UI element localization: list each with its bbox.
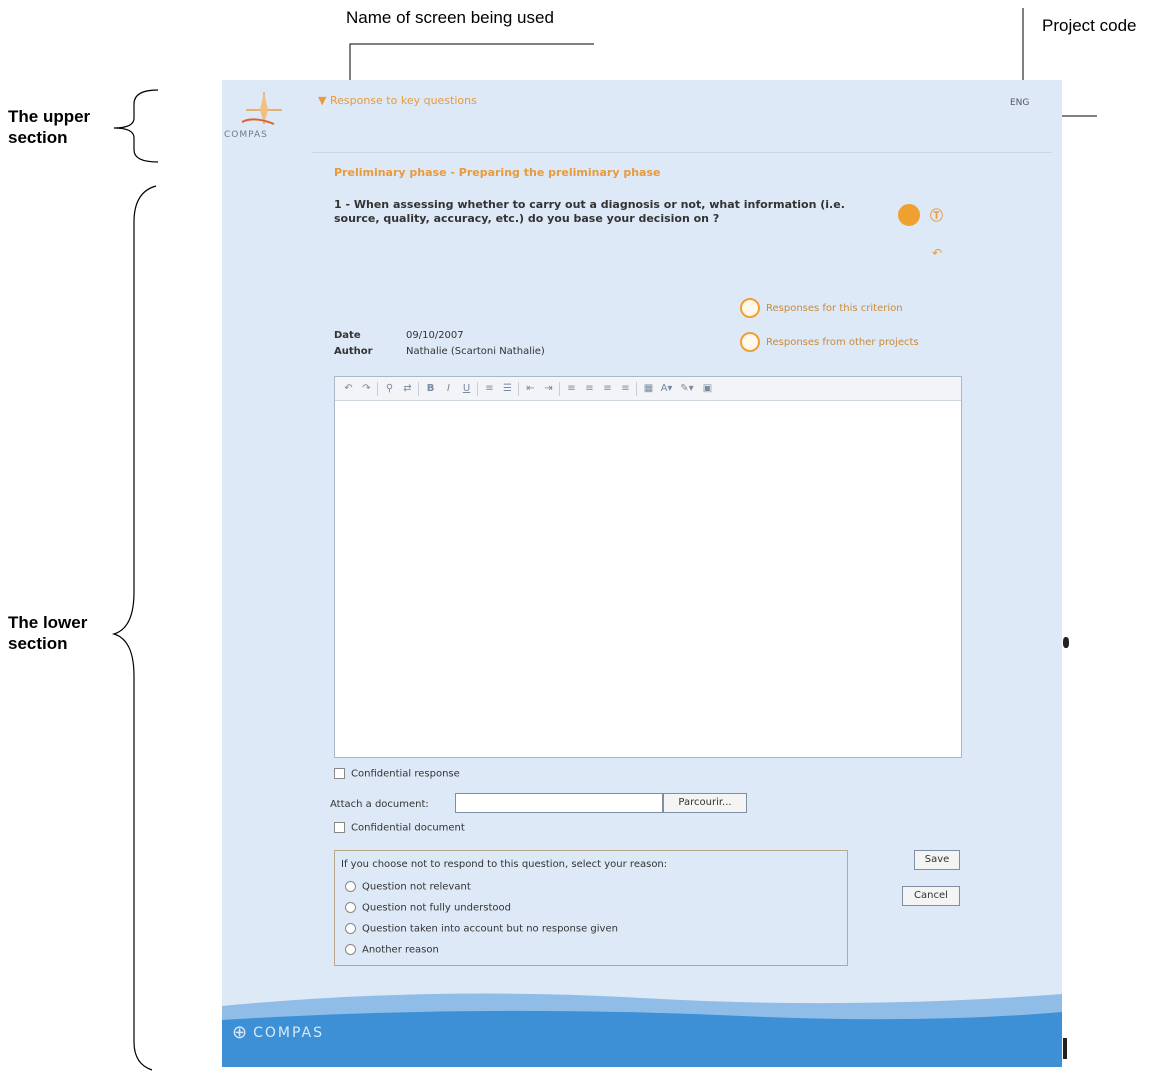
screen-name-annotation: Name of screen being used <box>346 8 554 27</box>
reason-option[interactable]: Another reason <box>345 944 439 956</box>
reason-option[interactable]: Question not relevant <box>345 881 471 893</box>
breadcrumb-arrow-icon: ▼ <box>318 94 330 107</box>
toolbar-separator <box>518 381 519 396</box>
align-center-icon[interactable]: ≡ <box>582 382 597 396</box>
cancel-button[interactable]: Cancel <box>902 886 960 906</box>
reason-radio[interactable] <box>345 881 356 892</box>
italic-icon[interactable]: I <box>441 382 456 396</box>
compass-star-icon <box>241 92 282 125</box>
attach-document-input[interactable] <box>455 793 663 813</box>
underline-icon[interactable]: U <box>459 382 474 396</box>
date-label: Date <box>334 330 361 341</box>
reason-label: Question not fully understood <box>362 902 511 914</box>
footer-logo-text: COMPAS <box>253 1024 324 1041</box>
toolbar-separator <box>377 381 378 396</box>
upper-section-brace <box>113 89 159 163</box>
right-edge-dot <box>1063 637 1069 648</box>
confidential-response-label: Confidential response <box>351 768 460 780</box>
breadcrumb-label: Response to key questions <box>329 94 477 107</box>
footer-wave <box>222 993 1062 1067</box>
reason-label: Question taken into account but no respo… <box>362 923 618 935</box>
redo-icon[interactable]: ↷ <box>359 382 374 396</box>
confidential-response-option[interactable]: Confidential response <box>334 768 460 780</box>
reason-option[interactable]: Question taken into account but no respo… <box>345 923 618 935</box>
editor-toolbar: ↶ ↷ ⚲ ⇄ B I U ≡ ☰ ⇤ ⇥ ≡ ≡ ≡ ≡ ▦ A▾ ✎▾ ▣ <box>335 377 961 401</box>
indent-icon[interactable]: ⇥ <box>541 382 556 396</box>
toolbar-separator <box>477 381 478 396</box>
rich-text-editor[interactable]: ↶ ↷ ⚲ ⇄ B I U ≡ ☰ ⇤ ⇥ ≡ ≡ ≡ ≡ ▦ A▾ ✎▾ ▣ <box>334 376 962 758</box>
right-edge-mark <box>1063 1038 1067 1059</box>
toolbar-separator <box>636 381 637 396</box>
phase-title: Preliminary phase - Preparing the prelim… <box>334 166 661 179</box>
confidential-document-label: Confidential document <box>351 822 465 834</box>
attach-document-label: Attach a document: <box>330 799 429 810</box>
reason-label: Question not relevant <box>362 881 471 893</box>
bold-icon[interactable]: B <box>423 382 438 396</box>
footer-logo: ⊕ COMPAS <box>232 1022 324 1043</box>
reason-option[interactable]: Question not fully understood <box>345 902 511 914</box>
source-icon[interactable]: ▣ <box>700 382 715 396</box>
align-right-icon[interactable]: ≡ <box>600 382 615 396</box>
author-value: Nathalie (Scartoni Nathalie) <box>406 346 545 357</box>
help-icon[interactable] <box>898 204 920 226</box>
highlight-icon[interactable]: ✎▾ <box>677 382 697 396</box>
responses-criterion-link[interactable]: Responses for this criterion <box>766 303 903 314</box>
reason-radio[interactable] <box>345 902 356 913</box>
responses-criterion-icon[interactable] <box>740 298 760 318</box>
responses-other-icon[interactable] <box>740 332 760 352</box>
footer-compass-icon: ⊕ <box>232 1022 248 1043</box>
question-text: 1 - When assessing whether to carry out … <box>334 198 845 225</box>
breadcrumb[interactable]: ▼ Response to key questions <box>318 94 477 107</box>
lower-section-label: The lower section <box>8 613 88 653</box>
translate-icon[interactable]: Ⓣ <box>930 205 943 224</box>
undo-icon[interactable]: ↶ <box>341 382 356 396</box>
language-code[interactable]: ENG <box>1010 98 1029 108</box>
table-icon[interactable]: ▦ <box>641 382 656 396</box>
outdent-icon[interactable]: ⇤ <box>523 382 538 396</box>
reason-label: Another reason <box>362 944 439 956</box>
font-color-icon[interactable]: A▾ <box>659 382 674 396</box>
lower-section-brace <box>111 185 157 1071</box>
find-icon[interactable]: ⚲ <box>382 382 397 396</box>
confidential-document-option[interactable]: Confidential document <box>334 822 465 834</box>
no-response-reason-box: If you choose not to respond to this que… <box>334 850 848 966</box>
justify-icon[interactable]: ≡ <box>618 382 633 396</box>
replace-icon[interactable]: ⇄ <box>400 382 415 396</box>
reason-prompt: If you choose not to respond to this que… <box>341 859 668 870</box>
align-left-icon[interactable]: ≡ <box>564 382 579 396</box>
header-divider <box>312 152 1052 153</box>
compas-logo: COMPAS <box>224 84 294 144</box>
upper-section-label: The upper section <box>8 107 91 147</box>
confidential-document-checkbox[interactable] <box>334 822 345 833</box>
compas-app-window: COMPAS ▼ Response to key questions ENG P… <box>222 80 1062 1067</box>
reason-radio[interactable] <box>345 923 356 934</box>
reason-radio[interactable] <box>345 944 356 955</box>
toolbar-separator <box>559 381 560 396</box>
save-button[interactable]: Save <box>914 850 960 870</box>
numbered-list-icon[interactable]: ≡ <box>482 382 497 396</box>
bullet-list-icon[interactable]: ☰ <box>500 382 515 396</box>
responses-other-link[interactable]: Responses from other projects <box>766 337 919 348</box>
author-label: Author <box>334 346 373 357</box>
logo-text: COMPAS <box>224 130 268 140</box>
confidential-response-checkbox[interactable] <box>334 768 345 779</box>
browse-button[interactable]: Parcourir... <box>663 793 747 813</box>
back-arrow-icon[interactable]: ↶ <box>932 246 942 260</box>
toolbar-separator <box>418 381 419 396</box>
date-value: 09/10/2007 <box>406 330 464 341</box>
